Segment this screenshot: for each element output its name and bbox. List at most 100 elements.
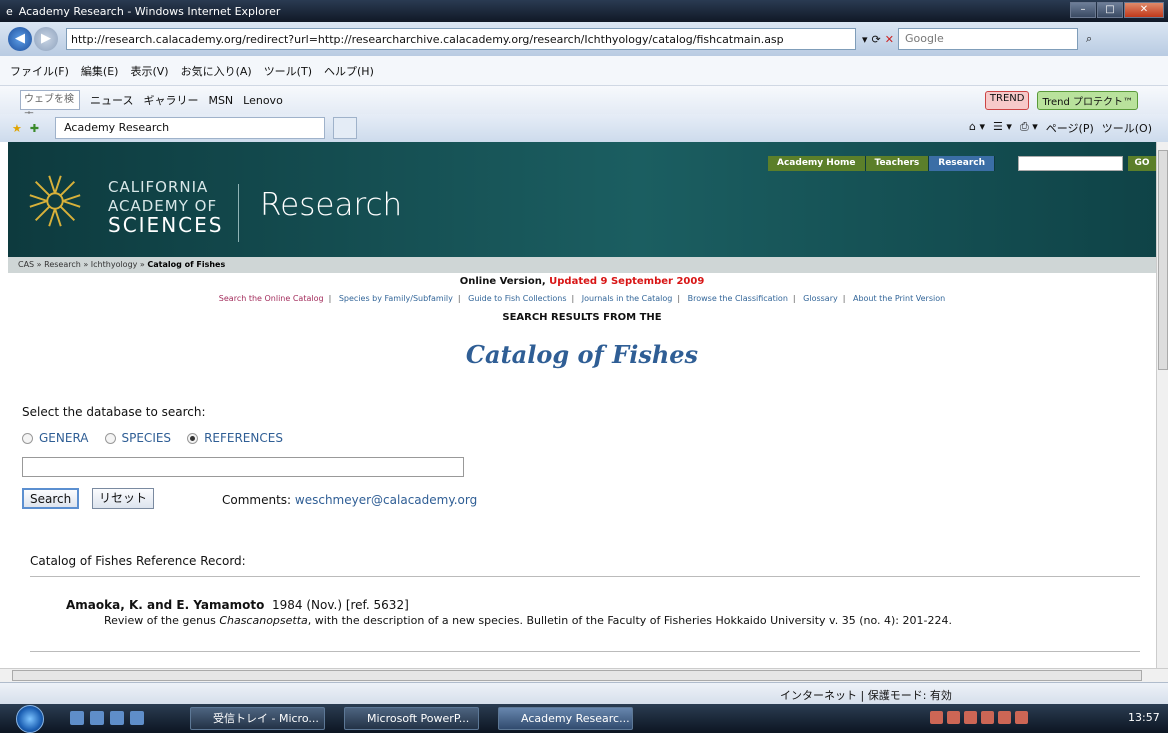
- database-radio-group: GENERA SPECIES REFERENCES: [22, 431, 283, 445]
- breadcrumb: CAS » Research » Ichthyology » Catalog o…: [8, 257, 1156, 273]
- switch-windows-icon[interactable]: [90, 711, 104, 725]
- site-search-input[interactable]: [1018, 156, 1123, 171]
- toolbar-lenovo[interactable]: Lenovo: [243, 94, 283, 107]
- catalog-title: Catalog of Fishes: [465, 340, 699, 369]
- window-title: Academy Research - Windows Internet Expl…: [18, 4, 281, 18]
- maximize-icon[interactable]: □: [1097, 2, 1123, 18]
- refresh-icon[interactable]: ⟳: [872, 33, 881, 46]
- home-icon[interactable]: ⌂ ▾: [969, 120, 985, 136]
- add-favorites-icon[interactable]: ✚: [30, 122, 39, 135]
- media-icon[interactable]: [110, 711, 124, 725]
- show-desktop-icon[interactable]: [70, 711, 84, 725]
- search-button[interactable]: Search: [22, 488, 80, 509]
- online-version-notice: Online Version, Updated 9 September 2009: [459, 276, 705, 287]
- link-search-online-catalog[interactable]: Search the Online Catalog: [219, 294, 324, 303]
- academy-logo-icon: [29, 175, 81, 227]
- task-academy-research[interactable]: Academy Researc...: [498, 707, 633, 730]
- vertical-scroll-thumb[interactable]: [1158, 150, 1168, 370]
- tab-academy-research[interactable]: Academy Research: [55, 117, 326, 139]
- database-label: Select the database to search:: [22, 405, 206, 419]
- url-field[interactable]: http://research.calacademy.org/redirect?…: [66, 28, 856, 50]
- task-inbox[interactable]: 受信トレイ - Micro...: [190, 707, 325, 730]
- toolbar-search-input[interactable]: ウェブを検索: [20, 90, 80, 123]
- radio-species-dot[interactable]: [104, 432, 116, 444]
- tab-label: Academy Research: [64, 121, 170, 134]
- tray-icon-3[interactable]: [964, 711, 977, 724]
- reference-genus: Chascanopsetta: [219, 614, 308, 627]
- favorites-star-icon[interactable]: ★: [12, 122, 22, 135]
- vertical-scrollbar[interactable]: [1156, 142, 1168, 668]
- stop-icon[interactable]: ✕: [885, 33, 894, 46]
- page-menu[interactable]: ページ(P): [1046, 120, 1094, 136]
- toolbar-msn[interactable]: MSN: [208, 94, 233, 107]
- taskbar: 受信トレイ - Micro... Microsoft PowerP... Aca…: [0, 704, 1168, 733]
- link-browse-classification[interactable]: Browse the Classification: [688, 294, 788, 303]
- ie-launch-icon[interactable]: [130, 711, 144, 725]
- tools-menu[interactable]: ツール(O): [1102, 120, 1152, 136]
- reset-button[interactable]: リセット: [92, 488, 155, 509]
- link-glossary[interactable]: Glossary: [803, 294, 838, 303]
- trend-button[interactable]: TREND: [984, 90, 1030, 110]
- address-bar: ◀ ▶ http://research.calacademy.org/redir…: [0, 22, 1168, 56]
- horizontal-scrollbar[interactable]: [0, 668, 1168, 682]
- radio-species[interactable]: SPECIES: [104, 431, 171, 445]
- search-icon[interactable]: ⌕: [1086, 32, 1092, 46]
- link-species-by-family[interactable]: Species by Family/Subfamily: [339, 294, 453, 303]
- toolbar-news[interactable]: ニュース: [90, 92, 133, 108]
- print-icon[interactable]: ⎙ ▾: [1020, 120, 1038, 136]
- page-viewport: CALIFORNIA ACADEMY OF SCIENCES Research …: [8, 142, 1156, 668]
- forward-button[interactable]: ▶: [34, 27, 58, 51]
- back-button[interactable]: ◀: [8, 27, 32, 51]
- quick-launch: [70, 711, 144, 725]
- web-search-input[interactable]: Google: [897, 28, 1078, 50]
- feeds-icon[interactable]: ☰ ▾: [993, 120, 1012, 136]
- radio-references-dot[interactable]: [187, 432, 199, 444]
- menu-bar: ファイル(F) 編集(E) 表示(V) お気に入り(A) ツール(T) ヘルプ(…: [0, 56, 1168, 86]
- nav-academy-home[interactable]: Academy Home: [768, 156, 866, 171]
- tray-icon-4[interactable]: [981, 711, 994, 724]
- go-button[interactable]: GO: [1128, 156, 1156, 171]
- tray-icon-2[interactable]: [947, 711, 960, 724]
- menu-edit[interactable]: 編集(E): [81, 63, 119, 79]
- clock[interactable]: 13:57: [1128, 711, 1160, 724]
- updated-date: Updated 9 September 2009: [549, 276, 705, 287]
- task-powerpoint[interactable]: Microsoft PowerP...: [344, 707, 479, 730]
- nav-research[interactable]: Research: [929, 156, 996, 171]
- reference-record-heading: Catalog of Fishes Reference Record:: [30, 554, 246, 568]
- menu-view[interactable]: 表示(V): [130, 63, 168, 79]
- horizontal-scroll-thumb[interactable]: [12, 670, 1142, 681]
- menu-tools[interactable]: ツール(T): [264, 63, 312, 79]
- tray-icon-6[interactable]: [1015, 711, 1028, 724]
- radio-genera[interactable]: GENERA: [22, 431, 89, 445]
- menu-file[interactable]: ファイル(F): [10, 63, 69, 79]
- tray-icon-1[interactable]: [930, 711, 943, 724]
- comments: Comments: weschmeyer@calacademy.org: [222, 493, 478, 507]
- nav-teachers[interactable]: Teachers: [865, 156, 930, 171]
- link-about-print-version[interactable]: About the Print Version: [853, 294, 945, 303]
- reference-date: 1984 (Nov.) [ref. 5632]: [271, 598, 409, 612]
- radio-genera-dot[interactable]: [22, 432, 33, 444]
- security-zone[interactable]: インターネット | 保護モード: 有効: [780, 687, 952, 703]
- new-tab-button[interactable]: [333, 117, 358, 139]
- breadcrumb-path[interactable]: CAS » Research » Ichthyology »: [18, 260, 147, 269]
- divider-bottom: [30, 651, 1140, 652]
- tray-icon-5[interactable]: [998, 711, 1011, 724]
- toolbar-gallery[interactable]: ギャラリー: [143, 92, 198, 108]
- minimize-icon[interactable]: –: [1070, 2, 1096, 18]
- start-button[interactable]: [16, 705, 44, 733]
- window-titlebar: e Academy Research - Windows Internet Ex…: [0, 0, 1168, 22]
- site-title: Research: [260, 187, 403, 223]
- link-guide-fish-collections[interactable]: Guide to Fish Collections: [468, 294, 566, 303]
- reference-authors: Amaoka, K. and E. Yamamoto: [66, 598, 265, 612]
- close-icon[interactable]: ✕: [1124, 2, 1164, 18]
- menu-favorites[interactable]: お気に入り(A): [181, 63, 252, 79]
- search-query-input[interactable]: [22, 457, 464, 477]
- comments-email-link[interactable]: weschmeyer@calacademy.org: [295, 493, 477, 507]
- link-journals[interactable]: Journals in the Catalog: [582, 294, 673, 303]
- menu-help[interactable]: ヘルプ(H): [324, 63, 374, 79]
- system-tray: [930, 711, 1028, 724]
- dropdown-icon[interactable]: ▾: [862, 33, 868, 46]
- catalog-links: Search the Online Catalog | Species by Fa…: [218, 294, 946, 303]
- radio-references[interactable]: REFERENCES: [187, 431, 283, 445]
- trend-protect-button[interactable]: Trend プロテクト™: [1037, 90, 1138, 110]
